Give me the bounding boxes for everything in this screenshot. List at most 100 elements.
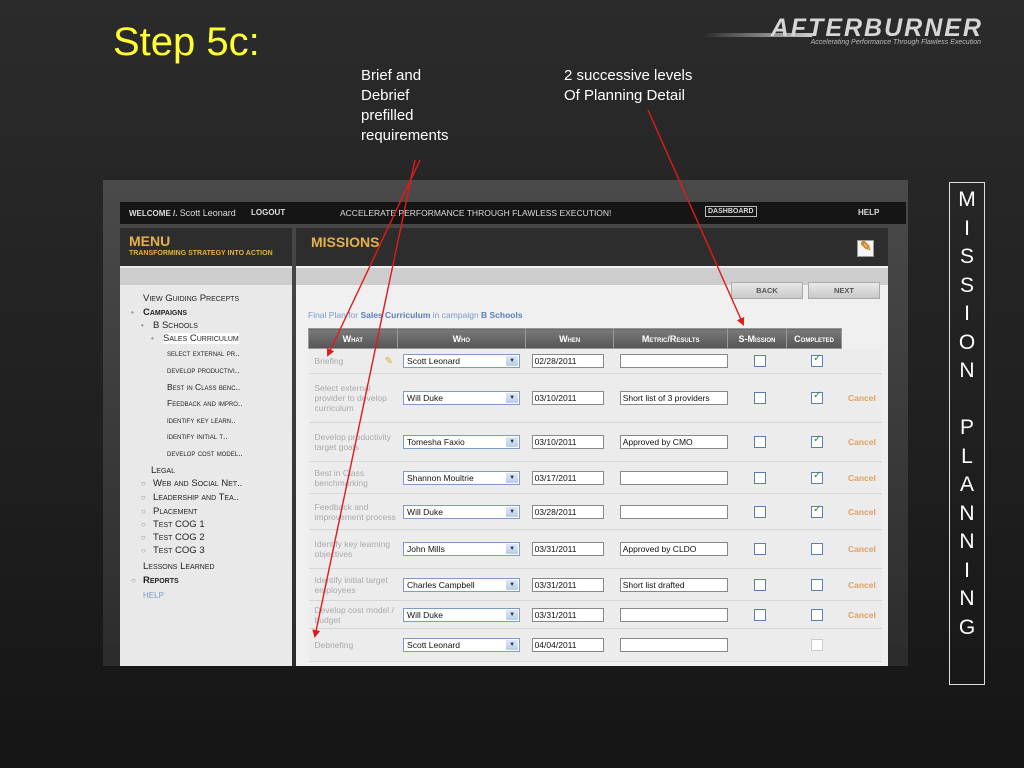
when-input[interactable]: 03/31/2011 [531, 577, 604, 592]
completed-checkbox[interactable] [811, 608, 824, 621]
table-row: Develop cost model / budget Will Duke ▼ 03/… [308, 600, 882, 629]
when-input[interactable]: 03/10/2011 [531, 391, 604, 405]
menu-item[interactable]: Sales Curriculum [163, 333, 239, 344]
when-input[interactable]: 03/10/2011 [531, 435, 604, 449]
completed-checkbox[interactable] [811, 390, 824, 404]
completed-checkbox[interactable] [811, 543, 824, 555]
menu-item[interactable]: Web and Social Net.. [153, 478, 242, 489]
menu-item[interactable]: identify key learn.. [167, 415, 236, 425]
logout-link[interactable]: LOGOUT [251, 208, 285, 217]
completed-checkbox[interactable] [811, 434, 824, 448]
smission-checkbox[interactable] [753, 505, 766, 518]
menu-item[interactable]: Test COG 1 [153, 519, 205, 530]
metric-input[interactable]: Short list drafted [619, 577, 728, 592]
final-plan-item[interactable]: Sales Curriculum [360, 310, 430, 320]
completed-checkbox[interactable] [811, 639, 824, 651]
metric-input[interactable] [619, 354, 728, 368]
cancel-link[interactable]: Cancel [848, 580, 876, 590]
menu-item[interactable]: develop cost model.. [167, 448, 243, 458]
edit-icon[interactable] [857, 238, 874, 257]
when-input[interactable]: 03/31/2011 [531, 542, 604, 556]
who-select[interactable]: Will Duke ▼ [403, 504, 521, 519]
menu-item[interactable]: Feedback and impro.. [167, 398, 243, 408]
cancel-link[interactable]: Cancel [848, 610, 876, 620]
cancel-link[interactable]: Cancel [848, 473, 876, 483]
menu-item[interactable]: select external pr.. [167, 348, 240, 358]
menu-item[interactable]: Lessons Learned [143, 561, 215, 572]
menu-item[interactable]: B Schools [153, 320, 198, 331]
when-input[interactable]: 03/28/2011 [531, 504, 604, 519]
when-input[interactable]: 03/17/2011 [531, 470, 604, 485]
chevron-down-icon[interactable]: ▼ [506, 609, 519, 620]
completed-checkbox[interactable] [811, 578, 824, 591]
who-select[interactable]: Scott Leonard ▼ [403, 638, 521, 652]
smission-checkbox[interactable] [753, 392, 766, 404]
final-plan-campaign[interactable]: B Schools [481, 310, 523, 320]
chevron-down-icon[interactable]: ▼ [506, 472, 519, 483]
chevron-down-icon[interactable]: ▼ [506, 544, 519, 554]
smission-checkbox[interactable] [753, 608, 766, 621]
chevron-down-icon[interactable]: ▼ [506, 393, 519, 403]
metric-input[interactable] [619, 607, 728, 622]
who-select[interactable]: Will Duke ▼ [403, 607, 521, 622]
final-plan-mid: in campaign [432, 310, 479, 320]
completed-checkbox[interactable] [811, 353, 824, 367]
chevron-down-icon[interactable]: ▼ [506, 356, 519, 366]
vertical-letter [950, 386, 984, 415]
cancel-link[interactable]: Cancel [848, 544, 876, 554]
cancel-link[interactable]: Cancel [848, 437, 876, 447]
menu-item[interactable]: Placement [153, 506, 197, 517]
who-select[interactable]: Shannon Moultrie ▼ [403, 470, 521, 485]
smission-checkbox[interactable] [753, 355, 766, 367]
mission-what: Identify initial target employees [308, 568, 398, 601]
mission-completed-cell [786, 493, 842, 530]
dashboard-button[interactable]: DASHBOARD [705, 206, 757, 217]
who-value: Shannon Moultrie [407, 472, 474, 483]
completed-checkbox[interactable] [811, 470, 824, 484]
chevron-down-icon[interactable]: ▼ [506, 579, 519, 590]
chevron-down-icon[interactable]: ▼ [506, 506, 519, 517]
table-row: Briefing ✎ Scott Leonard ▼ 02/28/2011 [308, 348, 882, 374]
who-select[interactable]: Charles Campbell ▼ [403, 577, 521, 592]
tree-bullet-icon: • [131, 308, 134, 317]
menu-item[interactable]: View Guiding Precepts [143, 293, 239, 304]
menu-item[interactable]: develop productivi.. [167, 365, 239, 375]
menu-item[interactable]: HELP [143, 591, 164, 600]
who-select[interactable]: John Mills ▼ [403, 542, 521, 556]
menu-item[interactable]: Best in Class benc.. [167, 382, 240, 392]
smission-checkbox[interactable] [753, 471, 766, 484]
completed-checkbox[interactable] [811, 504, 824, 518]
metric-input[interactable] [619, 504, 728, 519]
metric-input[interactable]: Approved by CLDO [619, 542, 728, 556]
metric-input[interactable]: Short list of 3 providers [619, 391, 728, 405]
cancel-link[interactable]: Cancel [848, 507, 876, 517]
who-select[interactable]: Will Duke ▼ [403, 391, 521, 405]
mission-what: Debriefing [308, 628, 398, 662]
help-link[interactable]: HELP [858, 208, 879, 217]
tree-bullet-icon: ○ [141, 520, 146, 529]
chevron-down-icon[interactable]: ▼ [506, 640, 519, 650]
vertical-letter: N [959, 587, 975, 610]
menu-item[interactable]: Leadership and Tea.. [153, 492, 239, 503]
when-input[interactable]: 02/28/2011 [531, 354, 604, 368]
menu-item[interactable]: identify initial t.. [167, 431, 228, 441]
menu-item[interactable]: Test COG 3 [153, 545, 205, 556]
smission-checkbox[interactable] [753, 543, 766, 555]
who-select[interactable]: Scott Leonard ▼ [403, 354, 521, 368]
smission-checkbox[interactable] [753, 578, 766, 591]
next-button[interactable]: NEXT [808, 282, 880, 299]
cancel-link[interactable]: Cancel [848, 393, 876, 403]
chevron-down-icon[interactable]: ▼ [506, 437, 519, 447]
menu-item[interactable]: Legal [151, 465, 175, 476]
when-input[interactable]: 03/31/2011 [531, 607, 604, 622]
metric-input[interactable]: Approved by CMO [619, 435, 728, 449]
metric-input[interactable] [619, 470, 728, 485]
metric-input[interactable] [619, 638, 728, 652]
back-button[interactable]: BACK [731, 282, 803, 299]
menu-item[interactable]: Reports [143, 575, 179, 586]
who-select[interactable]: Tomesha Faxio ▼ [403, 435, 521, 449]
smission-checkbox[interactable] [753, 436, 766, 448]
menu-item[interactable]: Test COG 2 [153, 532, 205, 543]
when-input[interactable]: 04/04/2011 [531, 638, 604, 652]
menu-item[interactable]: Campaigns [143, 307, 187, 318]
